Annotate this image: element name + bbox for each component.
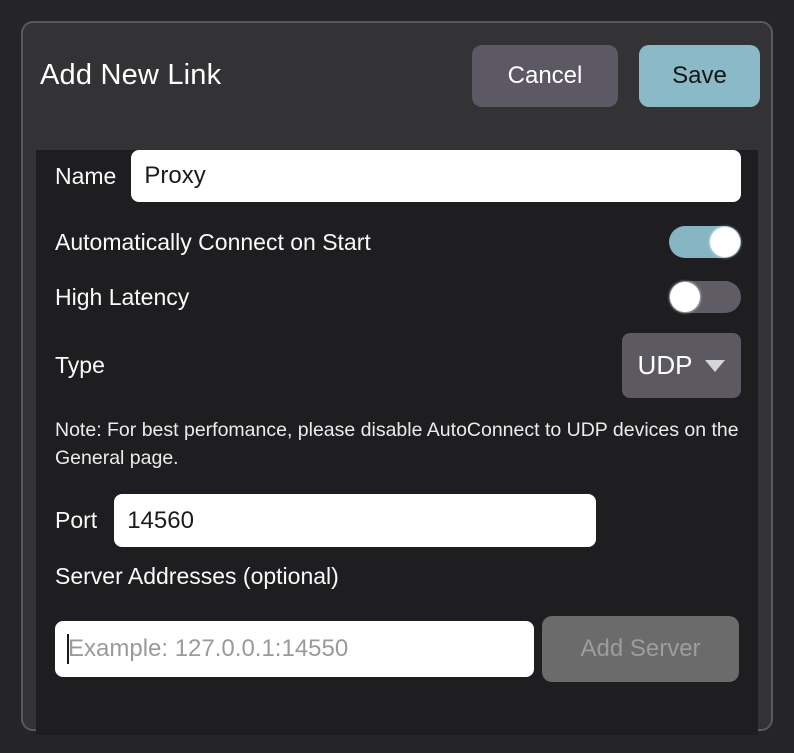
save-button[interactable]: Save — [639, 45, 760, 107]
form-panel: Name Automatically Connect on Start High… — [36, 150, 758, 735]
page-title: Add New Link — [40, 59, 472, 92]
udp-note-text: Note: For best perfomance, please disabl… — [55, 416, 741, 472]
dialog-header: Add New Link Cancel Save — [23, 23, 771, 128]
high-latency-label: High Latency — [55, 284, 189, 311]
server-addresses-label: Server Addresses (optional) — [55, 563, 741, 590]
server-address-input[interactable] — [55, 621, 534, 677]
type-dropdown[interactable]: UDP — [622, 333, 741, 398]
server-address-row: Add Server — [55, 616, 741, 682]
toggle-knob — [670, 282, 700, 312]
auto-connect-row: Automatically Connect on Start — [55, 225, 741, 259]
cancel-button[interactable]: Cancel — [472, 45, 618, 107]
text-cursor — [67, 634, 69, 664]
add-link-dialog: Add New Link Cancel Save Name Automatica… — [21, 21, 773, 731]
auto-connect-toggle[interactable] — [669, 226, 741, 258]
high-latency-row: High Latency — [55, 280, 741, 314]
name-input[interactable] — [131, 150, 741, 202]
name-label: Name — [55, 163, 116, 190]
port-row: Port — [55, 494, 741, 547]
port-input[interactable] — [114, 494, 596, 547]
auto-connect-label: Automatically Connect on Start — [55, 229, 371, 256]
chevron-down-icon — [705, 360, 725, 372]
type-label: Type — [55, 352, 105, 379]
type-row: Type UDP — [55, 333, 741, 398]
name-row: Name — [55, 150, 741, 202]
toggle-knob — [710, 227, 740, 257]
type-dropdown-value: UDP — [638, 350, 693, 381]
server-address-input-wrap — [55, 621, 534, 677]
high-latency-toggle[interactable] — [669, 281, 741, 313]
port-label: Port — [55, 507, 97, 534]
add-server-button[interactable]: Add Server — [542, 616, 739, 682]
